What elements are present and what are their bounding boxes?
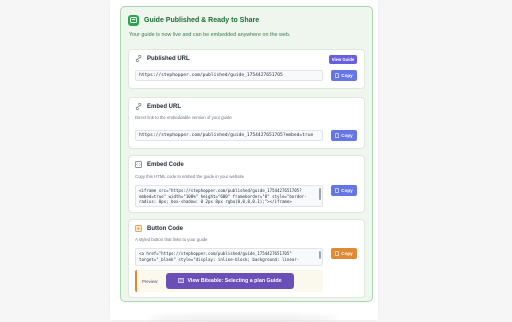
copy-embed-url-button[interactable]: Copy xyxy=(331,130,357,141)
code-line: target="_blank" style="display: inline-b… xyxy=(139,256,300,262)
publish-success-panel: Guide Published & Ready to Share Your gu… xyxy=(120,6,373,302)
clipboard-icon xyxy=(335,188,340,193)
clipboard-icon xyxy=(335,133,340,138)
clipboard-icon xyxy=(335,73,340,78)
button-code-heading: Button Code xyxy=(135,225,183,232)
code-icon xyxy=(135,161,142,168)
embed-url-description: Direct link to the embeddable version of… xyxy=(135,115,232,120)
embed-code-title: Embed Code xyxy=(147,161,184,168)
published-url-card: Published URL View Guide https://stephop… xyxy=(128,49,365,89)
check-badge-icon xyxy=(128,14,139,26)
copy-label: Copy xyxy=(341,133,353,138)
published-url-heading: Published URL xyxy=(135,55,190,62)
copy-button-code-button[interactable]: Copy xyxy=(331,248,357,259)
embed-code-description: Copy this HTML code to embed the guide i… xyxy=(135,174,244,179)
panel-subtitle: Your guide is now live and can be embedd… xyxy=(129,32,291,38)
preview-label: Preview: xyxy=(142,279,159,284)
textarea-scrollbar[interactable] xyxy=(319,188,321,200)
code-line: <a href="https://stephopper.com/publishe… xyxy=(139,251,292,256)
button-code-description: A styled button that links to your guide xyxy=(135,237,208,242)
code-line: <iframe src="https://stephopper.com/publ… xyxy=(139,188,302,193)
copy-label: Copy xyxy=(341,251,353,256)
preview-button-label: View Biteable: Selecting a plan Guide xyxy=(187,278,282,284)
panel-title: Guide Published & Ready to Share xyxy=(144,16,260,24)
view-guide-button[interactable]: View Guide xyxy=(329,55,357,64)
copy-label: Copy xyxy=(341,73,353,78)
button-code-title: Button Code xyxy=(147,225,183,232)
textarea-scrollbar[interactable] xyxy=(319,251,321,259)
bottom-shadow xyxy=(148,314,338,322)
embed-url-heading: Embed URL xyxy=(135,103,181,110)
copy-published-url-button[interactable]: Copy xyxy=(331,70,357,81)
copy-embed-code-button[interactable]: Copy xyxy=(331,185,357,196)
embed-code-card: Embed Code Copy this HTML code to embed … xyxy=(128,155,365,213)
view-guide-preview-button[interactable]: View Biteable: Selecting a plan Guide xyxy=(166,273,294,289)
embed-code-heading: Embed Code xyxy=(135,161,184,168)
copy-label: Copy xyxy=(341,188,353,193)
clipboard-icon xyxy=(335,251,340,256)
code-line: radius: 8px; box-shadow: 0 2px 8px rgba(… xyxy=(139,199,292,205)
book-icon xyxy=(178,277,185,285)
link-icon xyxy=(135,55,142,62)
published-url-title: Published URL xyxy=(147,55,190,62)
embed-url-title: Embed URL xyxy=(147,103,182,110)
button-code-card: Button Code A styled button that links t… xyxy=(128,219,365,298)
panel-header: Guide Published & Ready to Share xyxy=(128,13,259,27)
embed-url-card: Embed URL Direct link to the embeddable … xyxy=(128,97,365,149)
embed-url-field[interactable]: https://stephopper.com/published/guide_1… xyxy=(135,130,323,141)
link-icon xyxy=(135,103,142,110)
button-code-textarea[interactable]: <a href="https://stephopper.com/publishe… xyxy=(135,248,323,266)
button-icon xyxy=(135,225,142,232)
embed-code-textarea[interactable]: <iframe src="https://stephopper.com/publ… xyxy=(135,185,323,207)
button-preview: Preview: View Biteable: Selecting a plan… xyxy=(135,270,323,292)
published-url-field[interactable]: https://stephopper.com/published/guide_1… xyxy=(135,70,323,81)
